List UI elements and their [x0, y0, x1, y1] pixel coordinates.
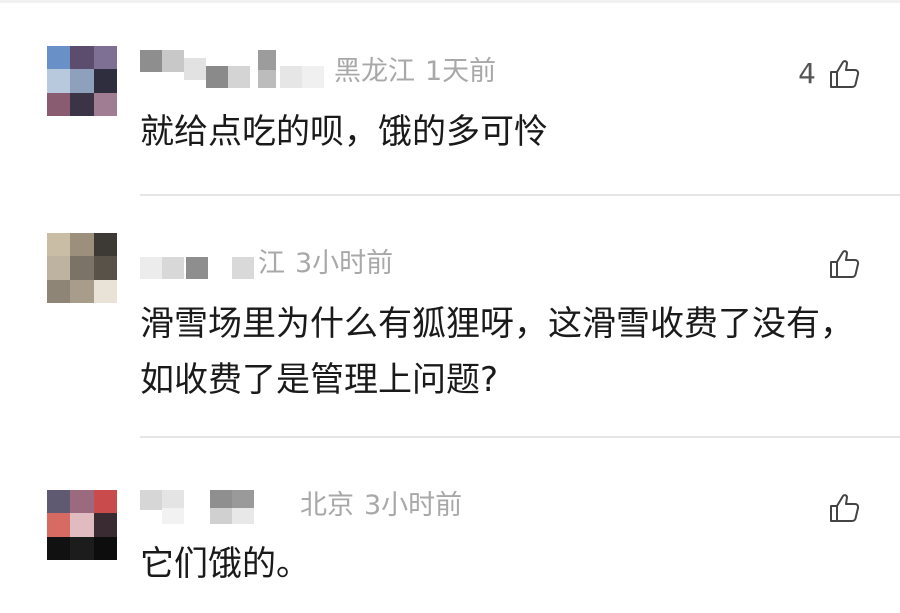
avatar-pixel — [93, 279, 117, 303]
avatar-pixel — [70, 279, 94, 303]
like-count: 4 — [798, 57, 816, 90]
avatar-pixel — [47, 490, 71, 514]
avatar-pixel — [93, 490, 117, 514]
divider — [140, 436, 900, 438]
thumbs-up-icon — [828, 248, 860, 280]
blur-block — [232, 490, 254, 510]
blur-block — [186, 257, 208, 279]
avatar-pixel — [47, 46, 71, 70]
username-blurred[interactable] — [140, 488, 300, 528]
blur-block — [232, 257, 254, 279]
comment-meta: 黑龙江 1天前 — [334, 52, 496, 92]
timestamp: 1天前 — [425, 56, 497, 87]
avatar-pixel — [93, 46, 117, 70]
avatar-pixel — [93, 513, 117, 537]
like-button[interactable] — [816, 248, 860, 280]
avatar-pixel — [70, 92, 94, 116]
comment-text: 就给点吃的呗，饿的多可怜 — [140, 112, 548, 152]
timestamp: 3小时前 — [295, 248, 394, 279]
comment-text: 它们饿的。 — [140, 544, 310, 584]
avatar-pixel — [47, 233, 71, 257]
blur-block — [162, 257, 184, 279]
top-strip — [0, 0, 900, 3]
avatar-pixel — [70, 233, 94, 257]
blur-block — [140, 50, 162, 72]
avatar-pixel — [93, 256, 117, 280]
comment-text: 滑雪场里为什么有狐狸呀，这滑雪收费了没有，如收费了是管理上问题? — [140, 304, 854, 400]
timestamp: 3小时前 — [364, 490, 463, 521]
blur-block — [302, 66, 324, 88]
avatar-pixel — [93, 536, 117, 560]
location-label: 北京 — [300, 490, 354, 521]
blur-block — [228, 66, 250, 88]
avatar-pixel — [70, 256, 94, 280]
blur-block — [184, 58, 206, 80]
comment-meta: 江 3小时前 — [258, 244, 393, 284]
blur-block — [162, 508, 184, 524]
comment-meta: 北京 3小时前 — [300, 486, 462, 526]
avatar-pixel — [70, 513, 94, 537]
avatar-pixel — [70, 46, 94, 70]
username-blurred[interactable] — [140, 50, 330, 90]
avatar-pixel — [70, 536, 94, 560]
avatar-pixel — [70, 69, 94, 93]
avatar-pixel — [93, 69, 117, 93]
divider — [140, 194, 900, 196]
avatar-pixel — [70, 490, 94, 514]
avatar-pixel — [47, 279, 71, 303]
avatar-pixel — [47, 69, 71, 93]
like-button[interactable] — [816, 492, 860, 524]
like-button[interactable]: 4 — [798, 56, 860, 92]
avatar-pixel — [47, 92, 71, 116]
avatar-pixel — [47, 256, 71, 280]
avatar[interactable] — [47, 46, 117, 116]
blur-block — [140, 257, 162, 279]
blur-block — [210, 490, 232, 510]
blur-block — [162, 50, 184, 72]
avatar-pixel — [47, 513, 71, 537]
username-blurred[interactable] — [140, 247, 260, 287]
blur-block — [280, 66, 302, 88]
avatar-pixel — [93, 92, 117, 116]
location-label: 黑龙江 — [334, 56, 415, 87]
blur-block — [258, 70, 276, 88]
avatar[interactable] — [47, 490, 117, 560]
avatar-pixel — [47, 536, 71, 560]
blur-block — [206, 66, 228, 88]
thumbs-up-icon — [828, 492, 860, 524]
blur-block — [140, 490, 162, 510]
blur-block — [232, 508, 254, 524]
location-label: 江 — [258, 248, 285, 279]
avatar[interactable] — [47, 233, 117, 303]
blur-block — [162, 490, 184, 510]
blur-block — [210, 508, 232, 524]
blur-block — [258, 50, 276, 72]
thumbs-up-icon — [828, 58, 860, 90]
avatar-pixel — [93, 233, 117, 257]
